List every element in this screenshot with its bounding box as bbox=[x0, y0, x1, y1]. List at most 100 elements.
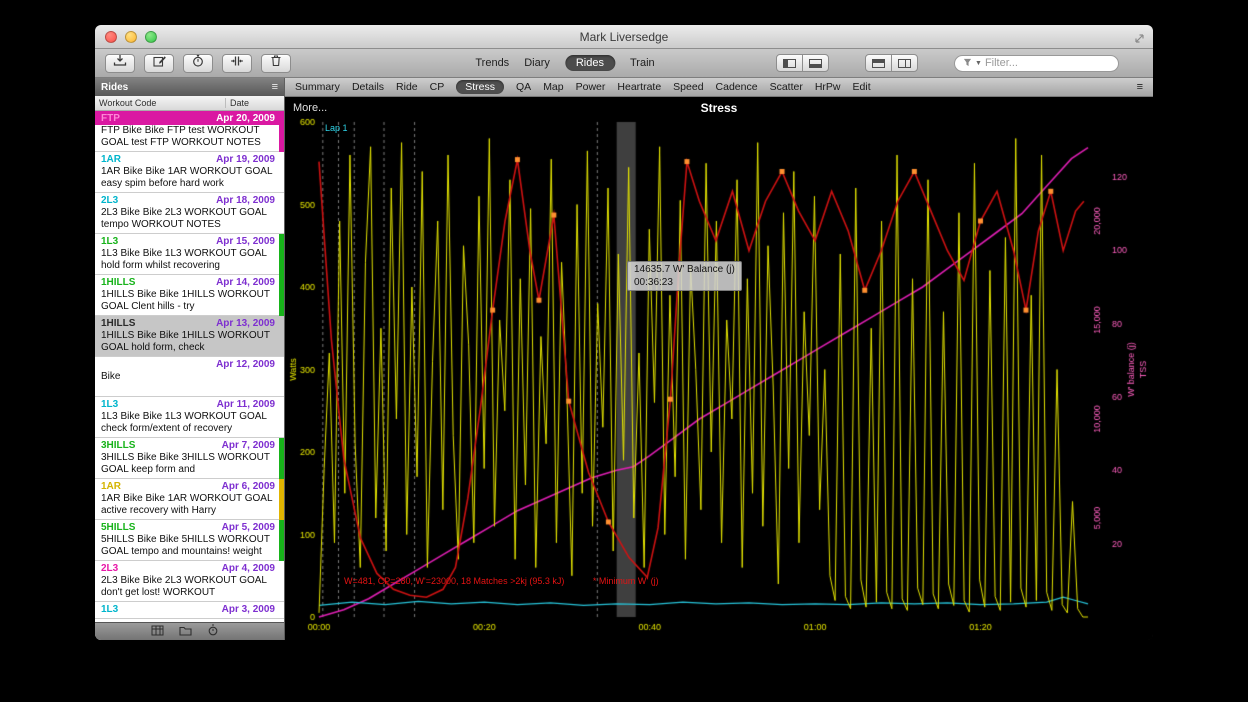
rides-sidebar: Rides ≡ Workout Code Date FTPApr 20, 200… bbox=[95, 78, 285, 640]
ride-date: Apr 4, 2009 bbox=[222, 562, 275, 575]
ride-date: Apr 6, 2009 bbox=[222, 480, 275, 493]
ride-date: Apr 18, 2009 bbox=[216, 194, 275, 207]
chart-annotation: W=481, CP=280, W'=23000, 18 Matches >2kj… bbox=[344, 576, 659, 586]
chart-tab-map[interactable]: Map bbox=[543, 81, 563, 93]
toolbar-tab-train[interactable]: Train bbox=[630, 57, 655, 69]
sidebar-title: Rides bbox=[101, 82, 128, 93]
chart-tab-qa[interactable]: QA bbox=[516, 81, 531, 93]
intervals-button[interactable] bbox=[222, 54, 252, 73]
ride-item-header: 2L3 Apr 4, 2009 bbox=[99, 561, 277, 575]
ride-item-header: FTPApr 20, 2009 bbox=[95, 111, 284, 125]
ride-item[interactable]: 2L3 Apr 18, 20092L3 Bike Bike 2L3 WORKOUT… bbox=[95, 193, 284, 234]
ride-item-header: 1L3 Apr 15, 2009 bbox=[99, 234, 277, 248]
ride-item-header: 1L3Apr 3, 2009 bbox=[99, 602, 277, 616]
ride-workout-code: 5HILLS bbox=[101, 521, 135, 534]
ride-item-header: 1L3Apr 11, 2009 bbox=[99, 397, 277, 411]
ride-description: 2L3 Bike Bike 2L3 WORKOUT GOAL tempo WOR… bbox=[99, 207, 277, 231]
column-header-workout-code[interactable]: Workout Code bbox=[95, 98, 226, 108]
ride-item-header: 5HILLS Apr 5, 2009 bbox=[99, 520, 277, 534]
ride-workout-code: 3HILLS bbox=[101, 439, 135, 452]
chart-tab-details[interactable]: Details bbox=[352, 81, 384, 93]
ride-description: FTP Bike Bike FTP test WORKOUT GOAL test… bbox=[99, 125, 277, 149]
chart-panel: More... Stress Lap 1 14635.7 W' Balance … bbox=[285, 97, 1153, 640]
ride-item[interactable]: 1L3Apr 3, 2009 bbox=[95, 602, 284, 619]
tiled-view-button[interactable] bbox=[891, 54, 918, 72]
sidebar-menu-icon[interactable]: ≡ bbox=[272, 81, 278, 93]
ride-date: Apr 15, 2009 bbox=[216, 235, 275, 248]
ride-color-bar bbox=[279, 438, 284, 479]
ride-color-bar bbox=[279, 111, 284, 152]
sidebar-pane-icon bbox=[783, 59, 796, 68]
bottom-panel-toggle-button[interactable] bbox=[802, 54, 829, 72]
content: Rides ≡ Workout Code Date FTPApr 20, 200… bbox=[95, 78, 1153, 640]
stopwatch-button[interactable] bbox=[183, 54, 213, 73]
sidebar-column-headers: Workout Code Date bbox=[95, 96, 284, 111]
stopwatch-small-icon[interactable] bbox=[207, 623, 219, 641]
ride-item[interactable]: 2L3Apr 4, 20092L3 Bike Bike 2L3 WORKOUT … bbox=[95, 561, 284, 602]
ride-item-header: 1ARApr 19, 2009 bbox=[99, 152, 277, 166]
chart-tab-stress[interactable]: Stress bbox=[456, 80, 504, 94]
ride-item[interactable]: 1ARApr 19, 20091AR Bike Bike 1AR WORKOUT… bbox=[95, 152, 284, 193]
toolbar-tab-rides[interactable]: Rides bbox=[565, 55, 615, 71]
ride-color-bar bbox=[279, 479, 284, 520]
ride-item-header: 1HILLSApr 13, 2009 bbox=[99, 316, 277, 330]
ride-item[interactable]: FTPApr 20, 2009FTP Bike Bike FTP test WO… bbox=[95, 111, 284, 152]
ride-item-header: 3HILLS Apr 7, 2009 bbox=[99, 438, 277, 452]
ride-item[interactable]: 1L3 Apr 15, 20091L3 Bike Bike 1L3 WORKOUT… bbox=[95, 234, 284, 275]
chart-tab-speed[interactable]: Speed bbox=[673, 81, 703, 93]
ride-item[interactable]: 1L3Apr 11, 20091L3 Bike Bike 1L3 WORKOUT… bbox=[95, 397, 284, 438]
ride-description: 1L3 Bike Bike 1L3 WORKOUT GOAL hold form… bbox=[99, 248, 277, 272]
close-window-button[interactable] bbox=[105, 31, 117, 43]
grid-icon[interactable] bbox=[151, 623, 164, 641]
chart-tab-heartrate[interactable]: Heartrate bbox=[617, 81, 661, 93]
main-tabs: Trends Diary Rides Train bbox=[475, 55, 654, 71]
ride-date: Apr 11, 2009 bbox=[217, 398, 275, 411]
ride-workout-code: 1AR bbox=[101, 153, 121, 166]
edit-icon bbox=[153, 54, 166, 72]
delete-button[interactable] bbox=[261, 54, 291, 73]
stress-chart-canvas[interactable] bbox=[285, 97, 1152, 640]
toolbar-tab-diary[interactable]: Diary bbox=[524, 57, 550, 69]
chart-tab-scatter[interactable]: Scatter bbox=[770, 81, 803, 93]
column-header-date[interactable]: Date bbox=[226, 98, 284, 108]
chart-tab-summary[interactable]: Summary bbox=[295, 81, 340, 93]
chart-tab-cp[interactable]: CP bbox=[430, 81, 445, 93]
ride-item[interactable]: 1HILLSApr 14, 20091HILLS Bike Bike 1HILL… bbox=[95, 275, 284, 316]
chart-tab-cadence[interactable]: Cadence bbox=[716, 81, 758, 93]
fullscreen-icon[interactable] bbox=[1134, 31, 1145, 49]
ride-item[interactable]: 3HILLSApr 7, 20093HILLS Bike Bike 3HILLS… bbox=[95, 438, 284, 479]
minimize-window-button[interactable] bbox=[125, 31, 137, 43]
tiled-pane-icon bbox=[898, 59, 911, 68]
edit-ride-button[interactable] bbox=[144, 54, 174, 73]
folder-icon[interactable] bbox=[179, 623, 192, 641]
ride-item[interactable]: 1HILLSApr 13, 20091HILLS Bike Bike 1HILL… bbox=[95, 316, 284, 357]
chevron-down-icon: ▼ bbox=[975, 60, 982, 67]
toolbar: Trends Diary Rides Train ▼ bbox=[95, 49, 1153, 78]
ride-date: Apr 14, 2009 bbox=[216, 276, 275, 289]
chart-tab-edit[interactable]: Edit bbox=[853, 81, 871, 93]
sidebar-toggle-button[interactable] bbox=[776, 54, 803, 72]
save-icon bbox=[113, 54, 127, 72]
chart-tab-hrpw[interactable]: HrPw bbox=[815, 81, 841, 93]
wbal-tooltip: 14635.7 W' Balance (j) 00:36:23 bbox=[627, 261, 742, 291]
ride-date: Apr 7, 2009 bbox=[222, 439, 275, 452]
single-view-button[interactable] bbox=[865, 54, 892, 72]
ride-description: 1L3 Bike Bike 1L3 WORKOUT GOAL check for… bbox=[99, 411, 277, 435]
ride-workout-code: 2L3 bbox=[101, 194, 118, 207]
chart-tab-power[interactable]: Power bbox=[576, 81, 606, 93]
chart-tab-ride[interactable]: Ride bbox=[396, 81, 418, 93]
ride-date: Apr 5, 2009 bbox=[222, 521, 275, 534]
ride-item[interactable]: 1ARApr 6, 20091AR Bike Bike 1AR WORKOUT … bbox=[95, 479, 284, 520]
ride-item[interactable]: 5HILLSApr 5, 20095HILLS Bike Bike 5HILLS… bbox=[95, 520, 284, 561]
ride-workout-code: 2L3 bbox=[101, 562, 118, 575]
save-button[interactable] bbox=[105, 54, 135, 73]
chart-menu-icon[interactable]: ≡ bbox=[1137, 81, 1143, 93]
ride-date: Apr 3, 2009 bbox=[222, 603, 275, 616]
ride-workout-code: 1L3 bbox=[101, 235, 118, 248]
zoom-window-button[interactable] bbox=[145, 31, 157, 43]
annotation-minimum: * Minimum W' (j) bbox=[593, 576, 659, 586]
filter-field[interactable]: ▼ bbox=[954, 55, 1119, 72]
ride-item[interactable]: Apr 12, 2009Bike bbox=[95, 357, 284, 397]
filter-input[interactable] bbox=[985, 57, 1110, 69]
toolbar-tab-trends[interactable]: Trends bbox=[475, 57, 509, 69]
